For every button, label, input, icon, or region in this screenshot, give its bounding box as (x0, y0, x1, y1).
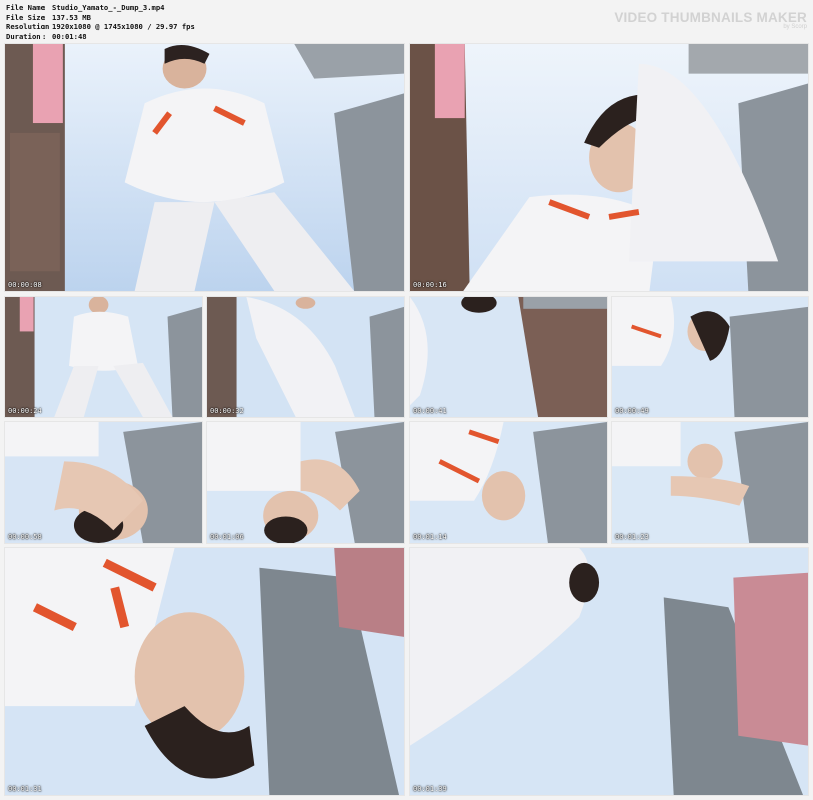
duration-row: Duration : 00:01:48 (6, 31, 87, 41)
timestamp-label: 00:00:58 (8, 533, 42, 541)
resolution-value: 1920x1080 @ 1745x1080 / 29.97 fps (52, 22, 195, 32)
thumbnail-frame[interactable]: 00:01:06 (206, 421, 405, 544)
file-size-row: File Size : 137.53 MB (6, 12, 91, 22)
brand-watermark: VIDEO THUMBNAILS MAKER by Scorp (614, 10, 807, 30)
info-header: File Name : Studio_Yamato_-_Dump_3.mp4 F… (0, 0, 813, 42)
duration-label: Duration (6, 31, 41, 41)
duration-value: 00:01:48 (52, 31, 87, 41)
thumbnail-frame[interactable]: 00:01:14 (409, 421, 608, 544)
file-metadata: File Name : Studio_Yamato_-_Dump_3.mp4 F… (6, 3, 195, 41)
frame-image (5, 297, 202, 417)
frame-image (207, 422, 404, 543)
timestamp-label: 00:01:14 (413, 533, 447, 541)
thumbnail-frame[interactable]: 00:00:49 (611, 296, 809, 418)
thumbnail-frame[interactable]: 00:00:32 (206, 296, 405, 418)
file-name-label: File Name (6, 3, 45, 12)
thumbnail-frame[interactable]: 00:01:23 (611, 421, 809, 544)
thumbnail-frame[interactable]: 00:01:39 (409, 547, 809, 796)
timestamp-label: 00:00:32 (210, 407, 244, 415)
resolution-label: Resolution (6, 22, 50, 32)
thumbnail-frame[interactable]: 00:01:31 (4, 547, 405, 796)
thumbnail-frame[interactable]: 00:00:08 (4, 43, 405, 292)
resolution-row: Resolution : 1920x1080 @ 1745x1080 / 29.… (6, 22, 195, 32)
timestamp-label: 00:00:16 (413, 281, 447, 289)
thumbnail-frame[interactable]: 00:00:41 (409, 296, 608, 418)
timestamp-label: 00:01:31 (8, 785, 42, 793)
frame-image (410, 548, 808, 795)
file-size-label: File Size (6, 12, 45, 22)
timestamp-label: 00:01:06 (210, 533, 244, 541)
timestamp-label: 00:00:49 (615, 407, 649, 415)
frame-image (612, 297, 808, 417)
brand-title: VIDEO THUMBNAILS MAKER (614, 10, 807, 25)
frame-image (5, 422, 202, 543)
thumbnail-frame[interactable]: 00:00:58 (4, 421, 203, 544)
frame-image (410, 297, 607, 417)
file-size-value: 137.53 MB (52, 12, 91, 22)
frame-image (410, 44, 808, 291)
file-name-value: Studio_Yamato_-_Dump_3.mp4 (52, 3, 165, 12)
timestamp-label: 00:01:23 (615, 533, 649, 541)
timestamp-label: 00:01:39 (413, 785, 447, 793)
frame-image (410, 422, 607, 543)
thumbnail-frame[interactable]: 00:00:24 (4, 296, 203, 418)
file-name-row: File Name : Studio_Yamato_-_Dump_3.mp4 (6, 3, 165, 12)
timestamp-label: 00:00:08 (8, 281, 42, 289)
thumbnail-frame[interactable]: 00:00:16 (409, 43, 809, 292)
timestamp-label: 00:00:24 (8, 407, 42, 415)
frame-image (5, 44, 404, 291)
frame-image (612, 422, 808, 543)
timestamp-label: 00:00:41 (413, 407, 447, 415)
frame-image (5, 548, 404, 795)
frame-image (207, 297, 404, 417)
